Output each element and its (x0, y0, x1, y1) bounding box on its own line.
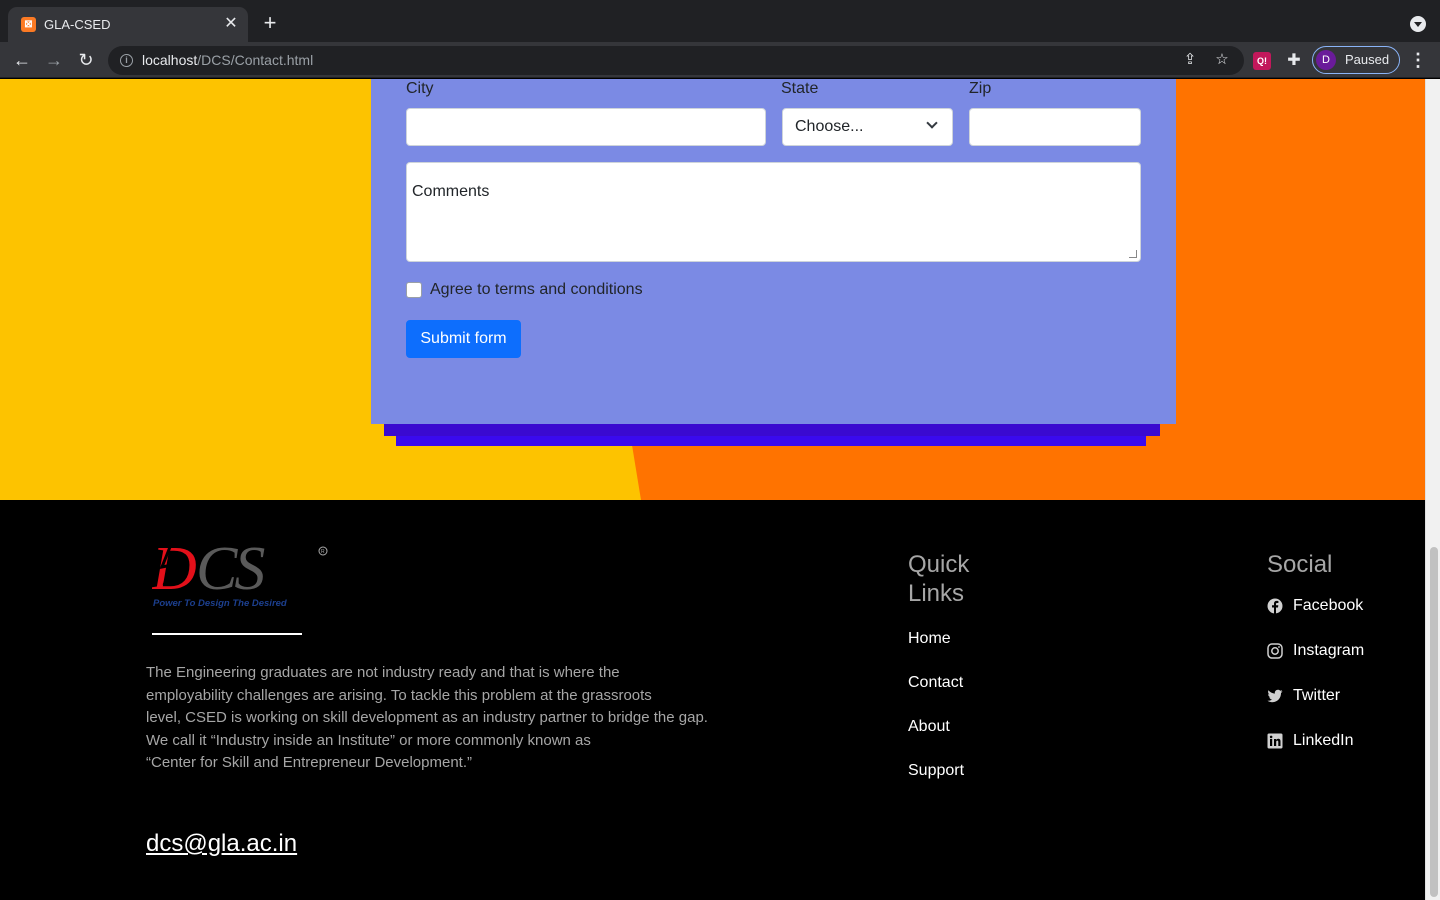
about-line: We call it “Industry inside an Institute… (146, 731, 591, 749)
url-host: localhost (142, 52, 198, 68)
submit-form-button[interactable]: Submit form (406, 320, 521, 358)
social-heading: Social (1267, 551, 1333, 578)
profile-button[interactable]: D Paused (1312, 46, 1400, 74)
state-label: State (781, 80, 819, 97)
state-selected-value: Choose... (795, 118, 864, 135)
svg-text:Power To Design The Desired: Power To Design The Desired (153, 598, 287, 609)
close-tab-icon[interactable]: ✕ (222, 15, 240, 33)
reload-icon[interactable]: ↻ (74, 48, 98, 72)
about-line: The Engineering graduates are not indust… (146, 664, 620, 681)
site-info-icon[interactable]: i (120, 54, 133, 67)
zip-input[interactable] (969, 108, 1141, 146)
facebook-icon (1267, 598, 1283, 614)
facebook-label: Facebook (1293, 597, 1364, 614)
linkedin-icon (1267, 733, 1283, 749)
about-line: “Center for Skill and Entrepreneur Devel… (146, 754, 472, 771)
new-tab-button[interactable]: + (258, 12, 282, 34)
resize-handle-icon[interactable] (1129, 250, 1137, 258)
hero-background: City State Choose... Zip Comments Agree … (0, 79, 1425, 500)
forward-arrow-icon[interactable]: → (42, 48, 66, 72)
browser-toolbar: ← → ↻ i localhost/DCS/Contact.html ⇪ ☆ Q… (0, 42, 1440, 78)
bookmark-star-icon[interactable]: ☆ (1212, 51, 1232, 69)
quick-links-heading: Quick Links (908, 551, 970, 607)
scrollbar-thumb[interactable] (1430, 547, 1438, 897)
browser-menu-icon[interactable]: ⋮ (1408, 48, 1428, 72)
linkedin-label: LinkedIn (1293, 732, 1354, 749)
comments-textarea[interactable]: Comments (406, 162, 1141, 262)
back-arrow-icon[interactable]: ← (10, 48, 34, 72)
form-card-shadow-lower (396, 436, 1146, 446)
city-input[interactable] (406, 108, 766, 146)
zip-label: Zip (969, 80, 992, 97)
about-text: The Engineering graduates are not indust… (146, 662, 726, 775)
tab-search-icon[interactable] (1410, 16, 1426, 32)
svg-text:CS: CS (196, 537, 264, 603)
comments-placeholder: Comments (412, 183, 490, 200)
page-scrollbar[interactable] (1425, 79, 1440, 900)
site-footer: D CS R Power To Design The Desired The E… (0, 500, 1425, 900)
terms-label[interactable]: Agree to terms and conditions (430, 281, 643, 299)
about-line: employability challenges are arising. To… (146, 686, 652, 704)
footer-link-contact[interactable]: Contact (908, 674, 963, 692)
instagram-icon (1267, 643, 1283, 659)
extension-q-icon[interactable]: Q! (1253, 52, 1271, 70)
dcs-logo[interactable]: D CS R Power To Design The Desired (152, 537, 332, 612)
extensions-puzzle-icon[interactable]: ✚ (1285, 52, 1303, 70)
browser-tab[interactable]: ⊠ GLA-CSED ✕ (8, 7, 248, 42)
svg-text:D: D (152, 537, 196, 603)
twitter-icon (1267, 689, 1283, 703)
tab-title: GLA-CSED (44, 17, 111, 32)
url-path: /DCS/Contact.html (197, 52, 314, 68)
instagram-label: Instagram (1293, 642, 1365, 659)
browser-tab-strip: ⊠ GLA-CSED ✕ + (0, 0, 1440, 42)
footer-link-home[interactable]: Home (908, 630, 951, 648)
chevron-down-icon (926, 117, 938, 129)
contact-email-link[interactable]: dcs@gla.ac.in (146, 830, 297, 858)
footer-link-support[interactable]: Support (908, 762, 964, 780)
form-card-shadow (384, 424, 1160, 436)
contact-form: City State Choose... Zip Comments Agree … (371, 79, 1176, 424)
city-label: City (406, 80, 434, 97)
share-icon[interactable]: ⇪ (1180, 51, 1200, 69)
xampp-favicon-icon: ⊠ (21, 17, 36, 32)
address-bar[interactable]: i localhost/DCS/Contact.html ⇪ ☆ (108, 46, 1244, 75)
url-text[interactable]: localhost/DCS/Contact.html (142, 52, 313, 68)
profile-status: Paused (1345, 52, 1390, 67)
logo-divider (152, 633, 302, 635)
footer-link-about[interactable]: About (908, 718, 950, 736)
about-line: level, CSED is working on skill developm… (146, 709, 708, 726)
twitter-label: Twitter (1293, 687, 1341, 704)
page-viewport: City State Choose... Zip Comments Agree … (0, 79, 1440, 900)
terms-checkbox[interactable] (406, 282, 422, 298)
svg-text:R: R (321, 549, 325, 555)
state-select[interactable]: Choose... (782, 108, 953, 146)
avatar: D (1316, 50, 1336, 70)
